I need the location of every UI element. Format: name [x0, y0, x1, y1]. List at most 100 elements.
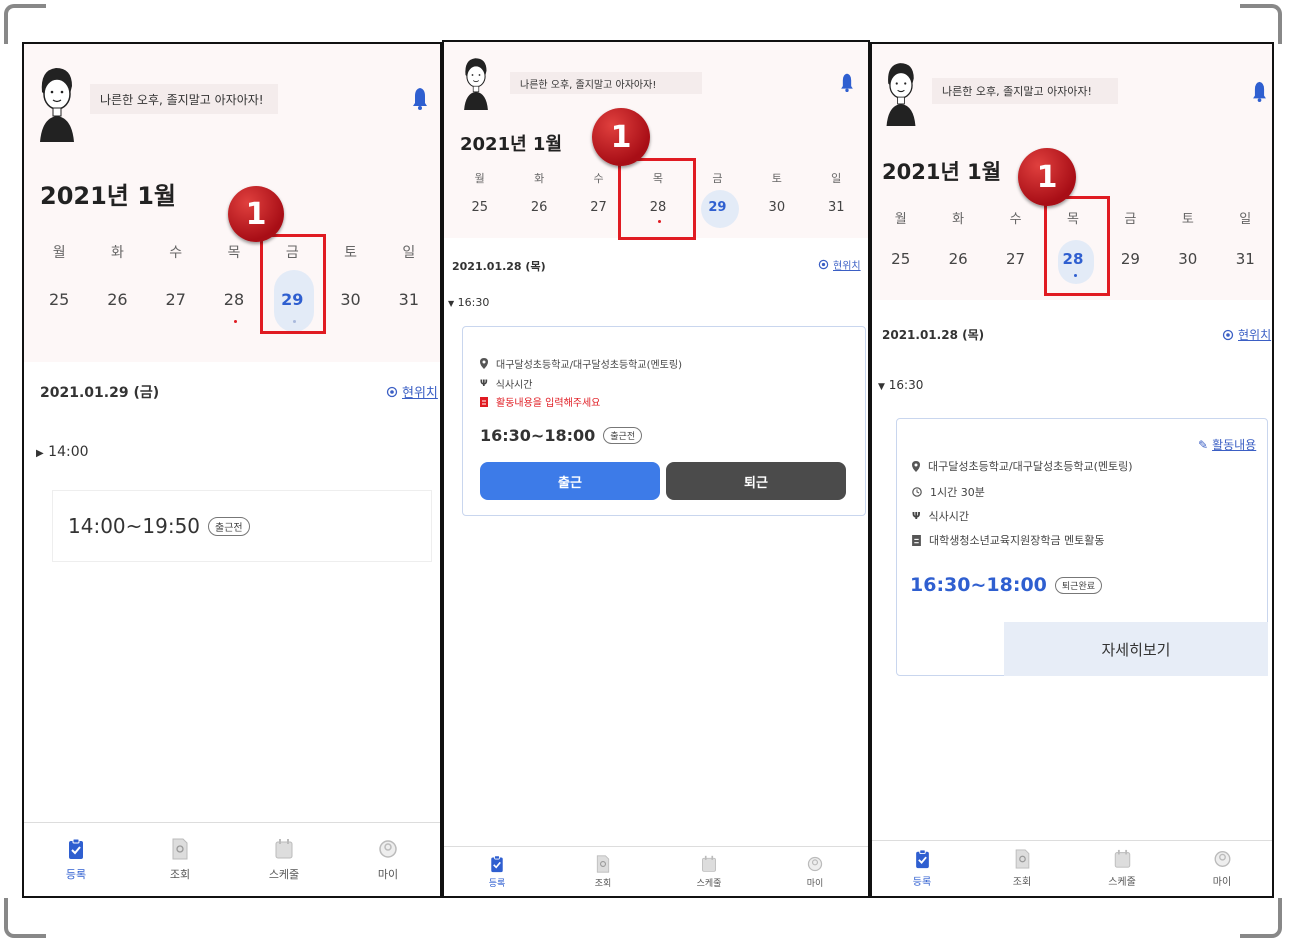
date-cell[interactable]: 29 — [1102, 250, 1159, 268]
date-cell[interactable]: 29 — [688, 200, 747, 215]
avatar — [464, 58, 488, 110]
location-label: 현위치 — [833, 261, 861, 272]
nav-my[interactable]: 마이 — [1172, 841, 1272, 896]
date-cell[interactable]: 30 — [321, 290, 379, 309]
current-location-link[interactable]: 현위치 — [818, 257, 861, 272]
calendar-icon — [275, 838, 293, 858]
status-badge: 출근전 — [603, 427, 643, 444]
date-cell[interactable]: 28 — [205, 290, 263, 309]
meal-row: Ψ 식사시간 — [480, 376, 532, 392]
nav-label: 마이 — [377, 867, 399, 881]
map-pin-icon — [912, 460, 920, 472]
date-cell[interactable]: 31 — [807, 200, 866, 215]
time-group-toggle[interactable]: ▶ 14:00 — [36, 444, 89, 460]
bell-icon[interactable] — [1252, 80, 1267, 102]
utensils-icon: Ψ — [480, 378, 488, 389]
weekday-label: 금 — [712, 172, 723, 185]
weekday-label: 화 — [952, 212, 965, 227]
date-cell[interactable]: 30 — [747, 200, 806, 215]
nav-label: 등록 — [65, 867, 87, 881]
nav-label: 스케줄 — [696, 878, 722, 889]
bottom-nav: 등록 조회 스케줄 마이 — [872, 840, 1272, 896]
duration-text: 1시간 30분 — [930, 486, 985, 499]
nav-label: 조회 — [169, 867, 191, 881]
time-group-toggle[interactable]: ▼ 16:30 — [448, 296, 489, 309]
weekday-label: 일 — [831, 172, 842, 185]
callout-badge: 1 — [228, 186, 284, 242]
event-dot — [234, 320, 237, 323]
date-cell[interactable]: 31 — [380, 290, 438, 309]
weekday-label: 금 — [1124, 212, 1137, 227]
nav-label: 스케줄 — [1108, 877, 1136, 888]
weekday-label: 월 — [474, 172, 485, 185]
nav-register[interactable]: 등록 — [872, 841, 972, 896]
month-title: 2021년 1월 — [40, 182, 177, 210]
time-group-toggle[interactable]: ▼ 16:30 — [878, 378, 923, 392]
nav-my[interactable]: 마이 — [762, 847, 868, 896]
weekday-label: 수 — [169, 245, 183, 261]
card-time-range: 16:30~18:00 퇴근완료 — [910, 574, 1103, 596]
warning-row: 활동내용을 입력해주세요 — [480, 394, 600, 409]
date-cell[interactable]: 26 — [929, 250, 986, 268]
nav-lookup[interactable]: 조회 — [128, 823, 232, 896]
nav-label: 등록 — [912, 877, 932, 888]
place-text: 대구달성초등학교/대구달성초등학교(멘토링) — [928, 460, 1133, 473]
document-icon — [912, 534, 921, 546]
date-cell[interactable]: 30 — [1159, 250, 1216, 268]
nav-register[interactable]: 등록 — [444, 847, 550, 896]
nav-schedule[interactable]: 스케줄 — [232, 823, 336, 896]
weekday-label: 화 — [110, 245, 124, 261]
nav-label: 마이 — [806, 878, 824, 889]
date-cell[interactable]: 26 — [509, 200, 568, 215]
check-out-button[interactable]: 퇴근 — [666, 462, 846, 500]
nav-schedule[interactable]: 스케줄 — [656, 847, 762, 896]
current-location-link[interactable]: 현위치 — [386, 382, 438, 401]
date-cell[interactable]: 26 — [88, 290, 146, 309]
document-icon — [480, 396, 488, 407]
frame-corner — [4, 4, 46, 44]
callout-badge: 1 — [1018, 148, 1076, 206]
highlight-box — [1044, 196, 1110, 296]
nav-lookup[interactable]: 조회 — [972, 841, 1072, 896]
frame-corner — [1240, 4, 1282, 44]
user-icon — [1214, 851, 1230, 867]
caret-down-icon: ▼ — [878, 382, 885, 392]
frame-corner — [4, 898, 46, 938]
date-cell[interactable]: 27 — [987, 250, 1044, 268]
status-badge: 출근전 — [208, 516, 250, 536]
user-icon — [807, 856, 823, 871]
greeting-text: 나른한 오후, 졸지말고 아자아자! — [90, 84, 278, 114]
date-cell[interactable]: 25 — [872, 250, 929, 268]
current-location-link[interactable]: 현위치 — [1222, 326, 1271, 343]
time-range-text: 14:00~19:50 — [68, 514, 201, 538]
nav-my[interactable]: 마이 — [336, 823, 440, 896]
weekday-label: 목 — [227, 245, 241, 261]
bell-icon[interactable] — [412, 86, 428, 110]
view-details-button[interactable]: 자세히보기 — [1004, 622, 1268, 676]
weekday-label: 토 — [771, 172, 782, 185]
clipboard-check-icon — [491, 854, 503, 872]
caret-down-icon: ▼ — [448, 299, 455, 308]
nav-label: 등록 — [488, 878, 506, 889]
avatar — [40, 68, 74, 142]
caret-right-icon: ▶ — [36, 448, 44, 459]
date-cell[interactable]: 25 — [30, 290, 88, 309]
phone-screen-1: 나른한 오후, 졸지말고 아자아자! 2021년 1월 월 화 수 목 금 토 … — [22, 42, 442, 898]
location-label: 현위치 — [402, 386, 438, 401]
date-cell[interactable]: 31 — [1217, 250, 1272, 268]
nav-lookup[interactable]: 조회 — [550, 847, 656, 896]
date-cell[interactable]: 25 — [450, 200, 509, 215]
phone-screen-3: 나른한 오후, 졸지말고 아자아자! 2021년 1월 월 화 수 목 금 토 … — [870, 42, 1274, 898]
check-in-button[interactable]: 출근 — [480, 462, 660, 500]
date-cell[interactable]: 27 — [147, 290, 205, 309]
nav-label: 마이 — [1212, 877, 1232, 888]
weekday-label: 월 — [52, 245, 66, 261]
nav-register[interactable]: 등록 — [24, 823, 128, 896]
program-text: 대학생청소년교육지원장학금 멘토활동 — [929, 534, 1105, 547]
location-target-icon — [1222, 329, 1234, 340]
frame-corner — [1240, 898, 1282, 938]
activity-content-link[interactable]: ✎ 활동내용 — [1198, 436, 1256, 453]
weekday-label: 수 — [1009, 212, 1022, 227]
bell-icon[interactable] — [840, 72, 854, 92]
nav-schedule[interactable]: 스케줄 — [1072, 841, 1172, 896]
